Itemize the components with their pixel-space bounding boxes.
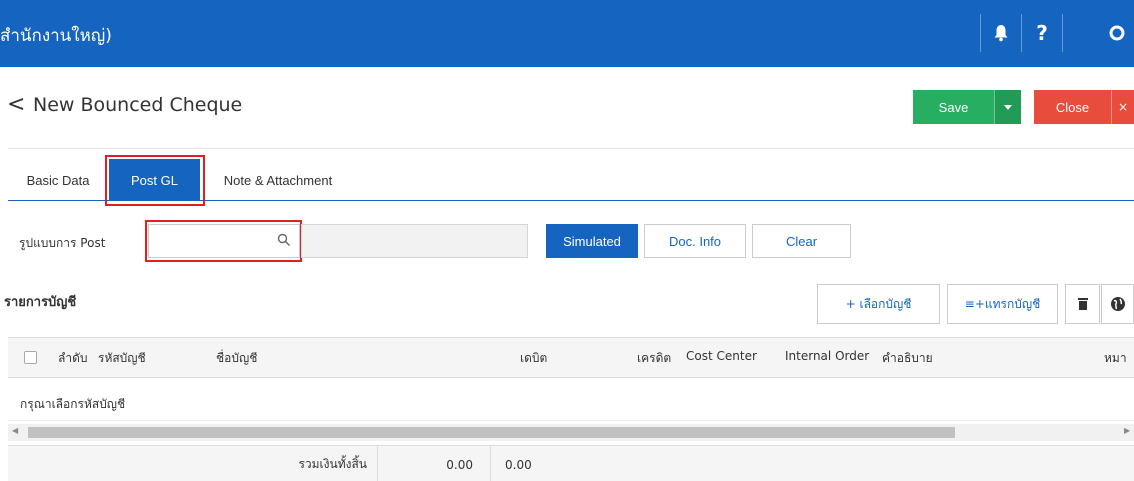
column-cost-center[interactable]: Cost Center <box>686 349 757 363</box>
column-debit[interactable]: เดบิต <box>520 349 547 368</box>
grid-header: ลำดับ รหัสบัญชี ชื่อบัญชี เดบิต เครดิต C… <box>8 338 1134 378</box>
company-title: สำนักงานใหญ่) <box>0 26 112 46</box>
post-format-label: รูปแบบการ Post <box>19 236 106 250</box>
search-icon[interactable] <box>277 233 291 247</box>
column-account-code[interactable]: รหัสบัญชี <box>98 349 146 368</box>
close-icon[interactable]: × <box>1111 90 1134 124</box>
column-description[interactable]: คำอธิบาย <box>882 349 933 368</box>
total-label: รวมเงินทั้งสิ้น <box>298 457 367 471</box>
horizontal-scrollbar[interactable]: ◀ ▶ <box>8 424 1134 441</box>
page-title: New Bounced Cheque <box>33 94 243 116</box>
divider <box>1062 14 1063 52</box>
clear-button[interactable]: Clear <box>752 224 851 258</box>
chevron-down-icon <box>1004 104 1012 110</box>
header-divider <box>8 148 1134 149</box>
divider <box>980 14 981 52</box>
accounts-grid: ลำดับ รหัสบัญชี ชื่อบัญชี เดบิต เครดิต C… <box>8 337 1134 481</box>
total-credit: 0.00 <box>490 446 1134 481</box>
bell-glyph <box>994 25 1008 42</box>
simulated-button[interactable]: Simulated <box>546 224 638 258</box>
globe-glyph <box>1110 297 1125 311</box>
page-header: < New Bounced Cheque Save Close × <box>0 67 1134 147</box>
column-remark[interactable]: หมา <box>1104 349 1127 368</box>
column-seq[interactable]: ลำดับ <box>58 349 88 368</box>
tab-note-attachment[interactable]: Note & Attachment <box>204 159 352 201</box>
insert-account-button[interactable]: ≡+แทรกบัญชี <box>947 284 1058 324</box>
back-button[interactable]: < <box>7 92 25 117</box>
scrollbar-thumb[interactable] <box>28 427 955 438</box>
empty-message: กรุณาเลือกรหัสบัญชี <box>20 397 126 411</box>
top-bar: สำนักงานใหญ่) ? <box>0 0 1134 67</box>
column-internal-order[interactable]: Internal Order <box>785 349 869 363</box>
column-account-name[interactable]: ชื่อบัญชี <box>216 349 257 368</box>
trash-icon[interactable] <box>1065 284 1100 324</box>
total-row: รวมเงินทั้งสิ้น 0.00 0.00 <box>8 445 1134 481</box>
empty-message-row: กรุณาเลือกรหัสบัญชี <box>8 378 1134 421</box>
globe-icon[interactable] <box>1101 284 1134 324</box>
settings-icon[interactable] <box>1100 14 1134 52</box>
tab-post-gl[interactable]: Post GL <box>109 159 200 201</box>
accounts-section-title: รายการบัญชี <box>4 295 77 310</box>
save-options-dropdown[interactable] <box>994 90 1021 124</box>
bell-icon[interactable] <box>982 14 1020 52</box>
tab-bar: Basic Data Post GL Note & Attachment <box>8 159 1134 201</box>
column-credit[interactable]: เครดิต <box>637 349 671 368</box>
post-format-description <box>301 224 528 258</box>
scroll-left-icon[interactable]: ◀ <box>12 426 18 435</box>
gear-glyph <box>1109 25 1125 41</box>
divider <box>1021 14 1022 52</box>
close-button[interactable]: Close <box>1034 90 1111 124</box>
doc-info-button[interactable]: Doc. Info <box>644 224 746 258</box>
help-icon[interactable]: ? <box>1023 14 1061 52</box>
select-all-checkbox[interactable] <box>24 351 37 364</box>
tab-basic-data[interactable]: Basic Data <box>8 159 108 201</box>
total-debit: 0.00 <box>377 446 490 481</box>
trash-glyph <box>1077 298 1088 310</box>
scroll-right-icon[interactable]: ▶ <box>1124 426 1130 435</box>
select-account-button[interactable]: + เลือกบัญชี <box>817 284 940 324</box>
save-button[interactable]: Save <box>913 90 994 124</box>
